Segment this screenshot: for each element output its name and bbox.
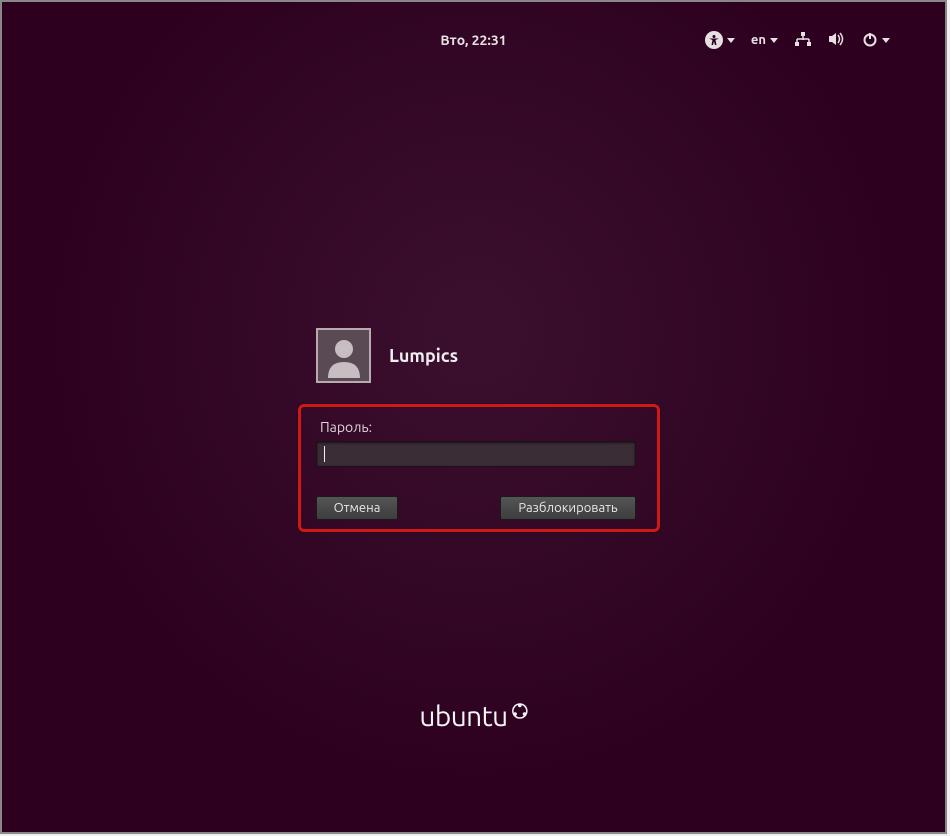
power-icon[interactable] [862,32,890,48]
user-avatar [316,328,371,383]
lock-screen: Вто, 22:31 en [0,0,947,834]
language-indicator[interactable]: en [751,33,778,47]
username-label: Lumpics [389,346,458,366]
datetime-indicator[interactable]: Вто, 22:31 [440,32,506,48]
ubuntu-logo: ubuntu [419,701,527,732]
os-name: ubuntu [419,701,507,732]
user-info: Lumpics [316,328,458,383]
cancel-button[interactable]: Отмена [316,496,398,520]
chevron-down-icon [770,38,778,43]
unlock-button[interactable]: Разблокировать [500,496,636,520]
accessibility-icon [705,31,723,49]
chevron-down-icon [882,38,890,43]
password-input[interactable] [316,441,636,467]
system-indicators: en [705,31,890,50]
chevron-down-icon [727,38,735,43]
accessibility-menu[interactable] [705,31,735,49]
volume-icon[interactable] [828,31,846,50]
ubuntu-circle-icon [512,703,528,719]
top-panel: Вто, 22:31 en [2,26,945,54]
password-label: Пароль: [320,419,372,435]
network-icon[interactable] [794,31,812,50]
person-icon [322,334,366,378]
language-label: en [751,33,766,47]
text-cursor [324,446,325,462]
